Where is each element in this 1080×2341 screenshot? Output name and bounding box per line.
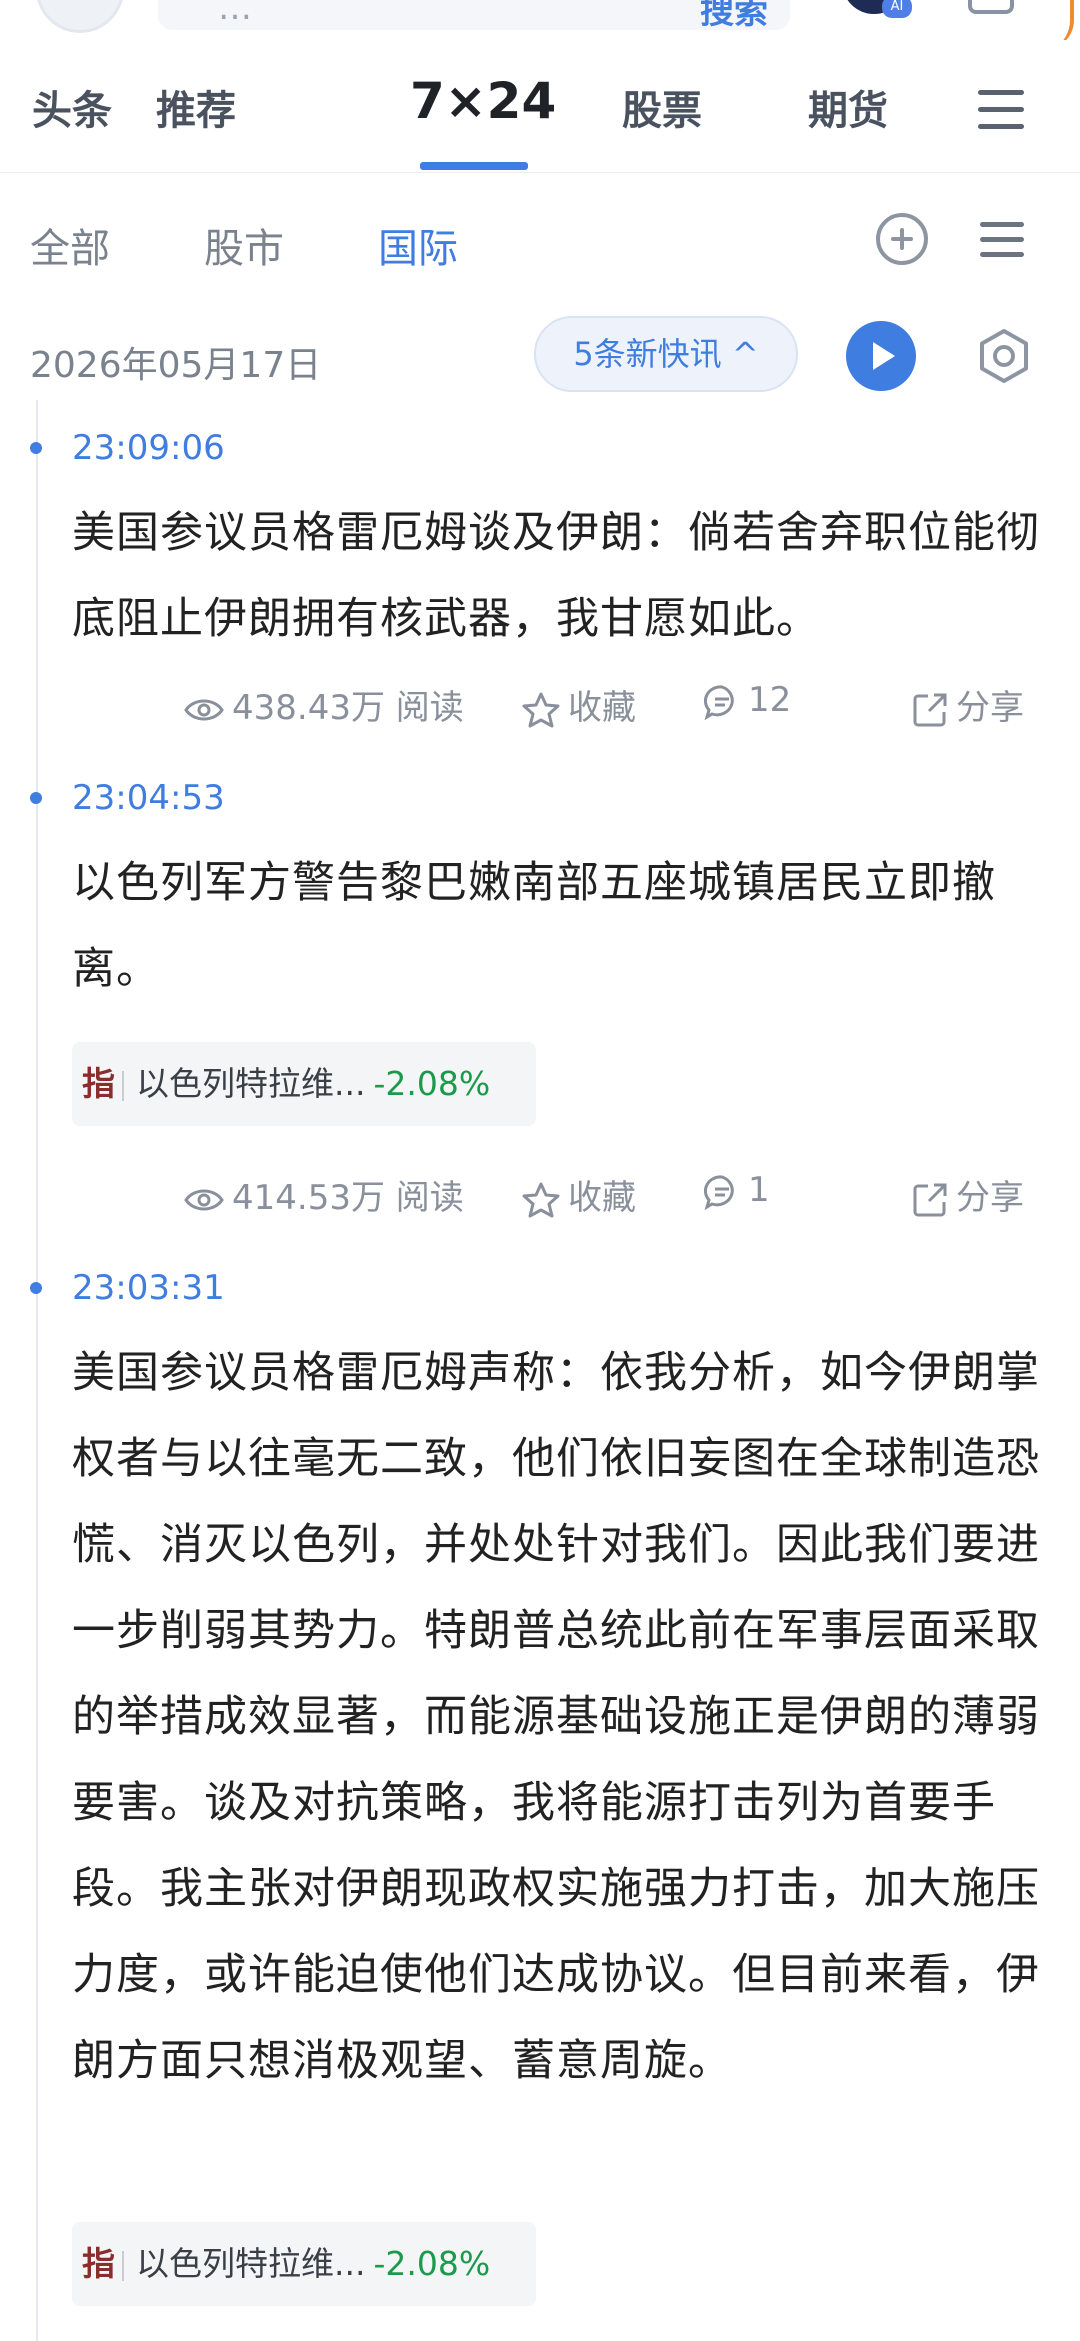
eye-icon <box>184 1189 224 1210</box>
share-label: 分享 <box>956 688 1024 728</box>
comment-button[interactable]: 1 <box>704 1170 770 1210</box>
add-icon[interactable] <box>876 213 928 265</box>
timeline-dot <box>30 442 42 454</box>
search-placeholder: … <box>218 0 252 28</box>
settings-icon[interactable] <box>976 328 1032 384</box>
tag-divider <box>122 1070 124 1101</box>
subtab-all[interactable]: 全部 <box>30 216 110 274</box>
index-change: -2.08% <box>373 1064 491 1103</box>
new-items-pill[interactable]: 5条新快讯 ^ <box>534 316 798 392</box>
tab-futures[interactable]: 期货 <box>808 78 888 136</box>
news-text[interactable]: 以色列军方警告黎巴嫩南部五座城镇居民立即撤离。 <box>72 840 1044 1012</box>
top-search-bar: … 搜索 AI <box>0 0 1080 40</box>
star-icon <box>522 692 560 727</box>
feed-date: 2026年05月17日 <box>30 345 322 386</box>
timeline-dot <box>30 792 42 804</box>
share-button[interactable]: 分享 <box>912 680 1024 729</box>
news-text[interactable]: 美国参议员格雷厄姆声称：依我分析，如今伊朗掌权者与以往毫无二致，他们依旧妄图在全… <box>72 1330 1044 2104</box>
search-input[interactable]: … 搜索 <box>158 0 790 33</box>
message-icon[interactable] <box>968 0 1014 14</box>
tab-stocks[interactable]: 股票 <box>622 78 702 136</box>
news-stats: 414.53万 阅读 收藏 1 分享 <box>0 1170 1080 1220</box>
comment-icon <box>704 684 734 720</box>
main-nav: 头条 推荐 7×24 股票 期货 <box>0 58 1080 173</box>
eye-icon <box>184 699 224 720</box>
read-count-text: 414.53万 阅读 <box>232 1178 464 1218</box>
comment-icon <box>704 1174 734 1210</box>
ai-assistant-avatar[interactable]: AI <box>842 0 912 18</box>
news-text[interactable]: 美国参议员格雷厄姆谈及伊朗：倘若舍弃职位能彻底阻止伊朗拥有核武器，我甘愿如此。 <box>72 490 1044 662</box>
list-icon[interactable] <box>980 222 1024 258</box>
tab-headlines[interactable]: 头条 <box>32 78 112 136</box>
tag-divider <box>122 2250 124 2281</box>
search-button[interactable]: 搜索 <box>700 0 768 33</box>
menu-icon[interactable] <box>978 90 1024 130</box>
news-time: 23:09:06 <box>72 428 225 468</box>
index-name: 以色列特拉维... <box>136 1064 366 1103</box>
index-label: 指 <box>82 2244 115 2283</box>
ai-badge: AI <box>882 0 912 18</box>
news-time: 23:03:31 <box>72 1268 225 1308</box>
read-count: 414.53万 阅读 <box>184 1170 464 1219</box>
read-count: 438.43万 阅读 <box>184 680 464 729</box>
tab-7x24[interactable]: 7×24 <box>410 72 556 130</box>
active-tab-indicator <box>420 162 528 170</box>
favorite-button[interactable]: 收藏 <box>522 680 636 729</box>
share-icon <box>913 1183 947 1216</box>
comment-count: 12 <box>748 680 792 720</box>
tab-recommend[interactable]: 推荐 <box>156 78 236 136</box>
decorative-arc <box>1040 0 1074 40</box>
read-count-text: 438.43万 阅读 <box>232 688 464 728</box>
index-name: 以色列特拉维... <box>136 2244 366 2283</box>
subtab-stock-market[interactable]: 股市 <box>204 216 284 274</box>
news-time: 23:04:53 <box>72 778 225 818</box>
share-button[interactable]: 分享 <box>912 1170 1024 1219</box>
index-change: -2.08% <box>373 2244 491 2283</box>
news-stats: 438.43万 阅读 收藏 12 分享 <box>0 680 1080 730</box>
timeline-dot <box>30 1282 42 1294</box>
favorite-button[interactable]: 收藏 <box>522 1170 636 1219</box>
play-button[interactable] <box>846 321 916 391</box>
comment-count: 1 <box>748 1170 770 1210</box>
favorite-label: 收藏 <box>568 688 636 728</box>
share-icon <box>913 693 947 726</box>
share-label: 分享 <box>956 1178 1024 1218</box>
user-avatar[interactable] <box>36 0 124 33</box>
stock-index-tag[interactable]: 指以色列特拉维... -2.08% <box>72 2222 536 2306</box>
comment-button[interactable]: 12 <box>704 680 791 720</box>
subtab-international[interactable]: 国际 <box>378 216 458 274</box>
star-icon <box>522 1182 560 1217</box>
favorite-label: 收藏 <box>568 1178 636 1218</box>
stock-index-tag[interactable]: 指以色列特拉维... -2.08% <box>72 1042 536 1126</box>
index-label: 指 <box>82 1064 115 1103</box>
